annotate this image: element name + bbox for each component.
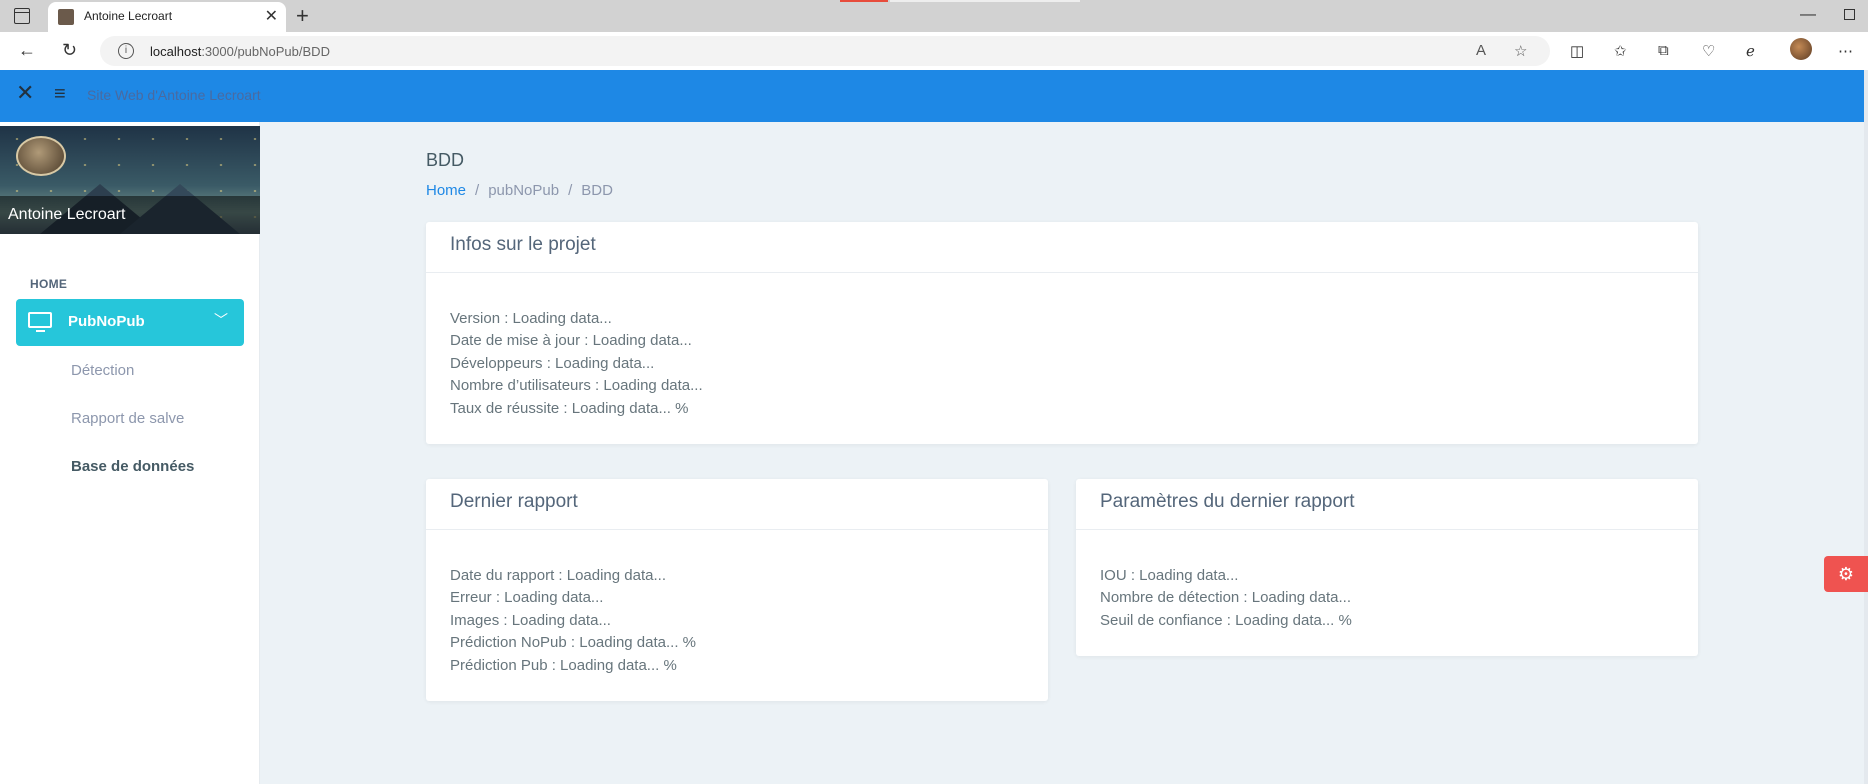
breadcrumb-separator: / bbox=[475, 182, 480, 199]
card-line: Seuil de confiance : Loading data... % bbox=[1100, 612, 1352, 629]
new-tab-icon[interactable]: + bbox=[296, 3, 309, 29]
card-title: Paramètres du dernier rapport bbox=[1100, 491, 1355, 512]
card-line: Erreur : Loading data... bbox=[450, 589, 604, 606]
more-options-icon[interactable]: ⋯ bbox=[1838, 42, 1853, 60]
url-path: :3000/pubNoPub/BDD bbox=[201, 44, 330, 59]
sidebar: Antoine Lecroart HOME PubNoPub ﹀ Détecti… bbox=[0, 122, 260, 784]
tab-favicon-icon bbox=[58, 9, 74, 25]
last-report-card: Dernier rapport Date du rapport : Loadin… bbox=[426, 479, 1048, 701]
card-divider bbox=[1076, 529, 1698, 530]
site-info-icon[interactable]: i bbox=[118, 43, 134, 59]
sidebar-item-label: PubNoPub bbox=[68, 313, 145, 330]
page-scrollbar[interactable] bbox=[1864, 70, 1868, 784]
favorite-star-icon[interactable]: ☆ bbox=[1514, 42, 1527, 60]
card-line: Taux de réussite : Loading data... % bbox=[450, 400, 689, 417]
split-screen-icon[interactable]: ◫ bbox=[1570, 42, 1584, 60]
card-line: IOU : Loading data... bbox=[1100, 567, 1239, 584]
tab-strip-indicator-secondary bbox=[890, 0, 1080, 2]
browser-tab-bar: Antoine Lecroart ✕ + — bbox=[0, 0, 1868, 32]
settings-button[interactable]: ⚙ bbox=[1824, 556, 1868, 592]
refresh-icon[interactable]: ↻ bbox=[62, 40, 77, 61]
gear-icon: ⚙ bbox=[1837, 564, 1855, 584]
url-text[interactable]: localhost:3000/pubNoPub/BDD bbox=[150, 44, 330, 59]
browser-tab[interactable]: Antoine Lecroart ✕ bbox=[48, 2, 286, 32]
collections-icon[interactable]: ⧉ bbox=[1658, 42, 1669, 59]
card-line: Prédiction NoPub : Loading data... % bbox=[450, 634, 696, 651]
chevron-down-icon: ﹀ bbox=[214, 312, 228, 328]
favorites-icon[interactable]: ✩ bbox=[1614, 42, 1627, 60]
sidebar-subitem-base-de-donnees[interactable]: Base de données bbox=[71, 458, 194, 475]
sidebar-subitem-rapport-de-salve[interactable]: Rapport de salve bbox=[71, 410, 184, 427]
card-line: Date de mise à jour : Loading data... bbox=[450, 332, 692, 349]
browser-address-bar: ← ↻ i localhost:3000/pubNoPub/BDD A ☆ ◫ … bbox=[0, 32, 1868, 70]
browser-essentials-icon[interactable]: ♡ bbox=[1702, 42, 1715, 60]
breadcrumb-current: BDD bbox=[581, 182, 613, 199]
edge-bar-icon[interactable]: ℯ bbox=[1746, 42, 1755, 60]
app-topbar: ✕ ≡ Site Web d'Antoine Lecroart bbox=[0, 70, 1864, 122]
back-arrow-icon[interactable]: ← bbox=[18, 40, 36, 61]
card-line: Développeurs : Loading data... bbox=[450, 355, 655, 372]
restore-icon[interactable] bbox=[1844, 9, 1855, 20]
hamburger-menu-icon[interactable]: ≡ bbox=[54, 83, 66, 106]
monitor-icon bbox=[28, 312, 52, 332]
minimize-icon[interactable]: — bbox=[1800, 6, 1816, 24]
profile-name[interactable]: Antoine Lecroart bbox=[0, 196, 260, 234]
card-divider bbox=[426, 272, 1698, 273]
site-brand[interactable]: Site Web d'Antoine Lecroart bbox=[87, 87, 261, 103]
card-line: Prédiction Pub : Loading data... % bbox=[450, 657, 677, 674]
nav-section-caption: HOME bbox=[30, 277, 68, 291]
tab-close-icon[interactable]: ✕ bbox=[265, 6, 278, 26]
url-host: localhost bbox=[150, 44, 202, 59]
card-line: Version : Loading data... bbox=[450, 310, 612, 327]
tab-strip-indicator bbox=[840, 0, 888, 2]
breadcrumb-separator: / bbox=[568, 182, 573, 199]
close-sidebar-icon[interactable]: ✕ bbox=[16, 80, 34, 106]
card-title: Infos sur le projet bbox=[450, 234, 596, 255]
card-line: Nombre d’utilisateurs : Loading data... bbox=[450, 377, 703, 394]
breadcrumb-home-link[interactable]: Home bbox=[426, 182, 466, 199]
card-line: Date du rapport : Loading data... bbox=[450, 567, 666, 584]
page-title: BDD bbox=[426, 150, 465, 170]
profile-avatar[interactable] bbox=[16, 136, 66, 176]
project-info-card: Infos sur le projet Version : Loading da… bbox=[426, 222, 1698, 444]
card-divider bbox=[426, 529, 1048, 530]
card-line: Images : Loading data... bbox=[450, 612, 611, 629]
profile-banner: Antoine Lecroart bbox=[0, 126, 260, 234]
report-params-card: Paramètres du dernier rapport IOU : Load… bbox=[1076, 479, 1698, 656]
breadcrumb-item: pubNoPub bbox=[488, 182, 560, 199]
tab-actions-icon[interactable] bbox=[14, 8, 30, 24]
tab-title: Antoine Lecroart bbox=[84, 9, 173, 23]
browser-profile-avatar[interactable] bbox=[1790, 38, 1812, 60]
breadcrumb: Home / pubNoPub / BDD bbox=[426, 182, 613, 199]
read-aloud-icon[interactable]: A bbox=[1476, 42, 1486, 59]
sidebar-item-pubnopub[interactable]: PubNoPub ﹀ bbox=[16, 299, 244, 346]
url-field[interactable]: i localhost:3000/pubNoPub/BDD A ☆ bbox=[100, 36, 1550, 66]
card-line: Nombre de détection : Loading data... bbox=[1100, 589, 1352, 606]
sidebar-subitem-detection[interactable]: Détection bbox=[71, 362, 134, 379]
card-title: Dernier rapport bbox=[450, 491, 578, 512]
